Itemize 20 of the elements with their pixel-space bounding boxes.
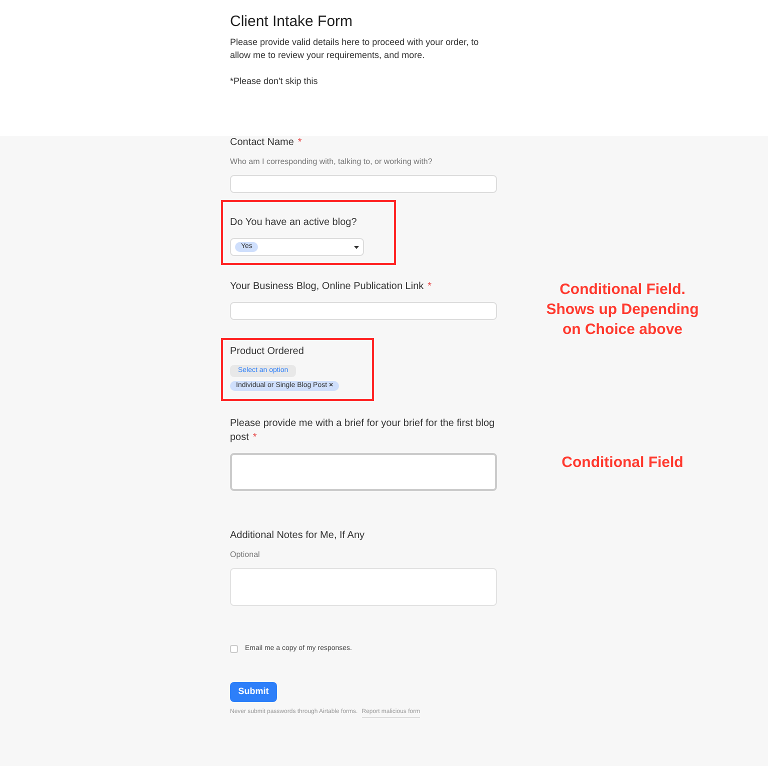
- text-area[interactable]: [230, 453, 497, 491]
- field-label: Contact Name *: [230, 136, 303, 150]
- field-label: Your Business Blog, Online Publication Link *: [230, 280, 433, 294]
- field-label: Product Ordered: [230, 345, 305, 359]
- form-title: Client Intake Form: [230, 12, 354, 32]
- form-note: *Please don't skip this: [230, 75, 319, 88]
- caret-icon: [354, 246, 359, 248]
- annotation-text: Conditional Field. Shows up Depending on Choice above: [545, 280, 700, 340]
- text-area[interactable]: [230, 568, 497, 606]
- field-label: Please provide me with a brief for your brief for the first blog post *: [230, 417, 496, 445]
- form-intro: Please provide valid details here to proceed with your order, to allow me to review your requirements, and more.: [230, 36, 480, 62]
- field-description: Who am I corresponding with, talking to, or working with?: [230, 156, 434, 167]
- field-description: Optional: [230, 549, 261, 560]
- checkbox[interactable]: [230, 645, 238, 653]
- annotation-text: Conditional Field: [560, 453, 684, 473]
- text-input[interactable]: [230, 302, 497, 320]
- submit-button[interactable]: Submit: [230, 682, 277, 702]
- field-label: Additional Notes for Me, If Any: [230, 529, 366, 543]
- field-label: Do You have an active blog?: [230, 216, 358, 230]
- text-input[interactable]: [230, 175, 497, 193]
